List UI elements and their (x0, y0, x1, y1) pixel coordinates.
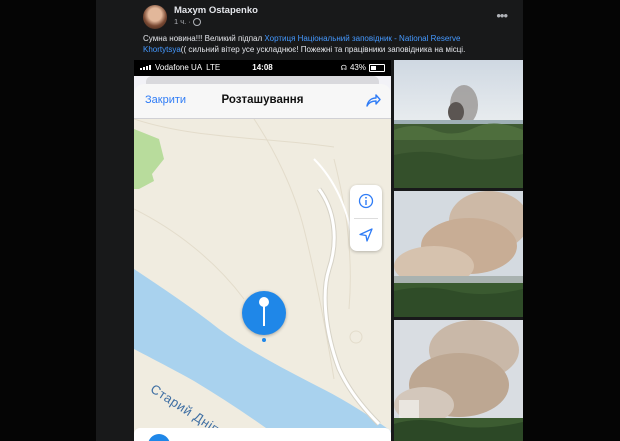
post-meta: 1 ч. · (174, 17, 201, 26)
more-dots-icon[interactable]: ••• (496, 8, 508, 23)
post-time[interactable]: 1 ч. (174, 17, 186, 26)
share-icon[interactable] (364, 91, 382, 109)
screenshot-photo[interactable]: Vodafone UA LTE 14:08 ☊ 43% Закрити Розт… (134, 60, 391, 441)
bottom-sheet[interactable] (134, 428, 391, 441)
headphones-icon: ☊ (340, 64, 347, 72)
sheet-handle (146, 76, 379, 84)
facebook-post: Maxym Ostapenko 1 ч. · ••• Сумна новина!… (96, 0, 523, 441)
post-text-start: Сумна новина!!! Великий підпал (143, 34, 265, 43)
globe-icon (192, 17, 201, 26)
battery-percent: 43% (349, 63, 366, 72)
forest-smoke-distant[interactable] (394, 60, 523, 188)
location-navbar: Закрити Розташування (134, 84, 391, 119)
place-icon (148, 434, 170, 441)
location-arrow-icon[interactable] (350, 219, 382, 251)
forest-smoke-plume[interactable] (394, 320, 523, 441)
photo-gallery: Vodafone UA LTE 14:08 ☊ 43% Закрити Розт… (134, 60, 523, 441)
map-controls (350, 185, 382, 251)
map-view[interactable]: Старий Дніпро (134, 119, 391, 441)
page-title: Розташування (221, 94, 304, 106)
map-pin-icon[interactable] (242, 291, 286, 335)
battery-icon (369, 63, 385, 72)
author-name[interactable]: Maxym Ostapenko (174, 5, 258, 16)
author-avatar[interactable] (143, 5, 167, 29)
phone-status-bar: Vodafone UA LTE 14:08 ☊ 43% (134, 60, 391, 76)
post-text-end: (( сильний вітер усе ускладнює! Пожежні … (180, 45, 466, 54)
info-icon[interactable] (350, 185, 382, 217)
post-text: Сумна новина!!! Великий підпал Хортиця Н… (143, 33, 503, 55)
forest-smoke-close[interactable] (394, 191, 523, 317)
pin-location-dot (262, 338, 266, 342)
